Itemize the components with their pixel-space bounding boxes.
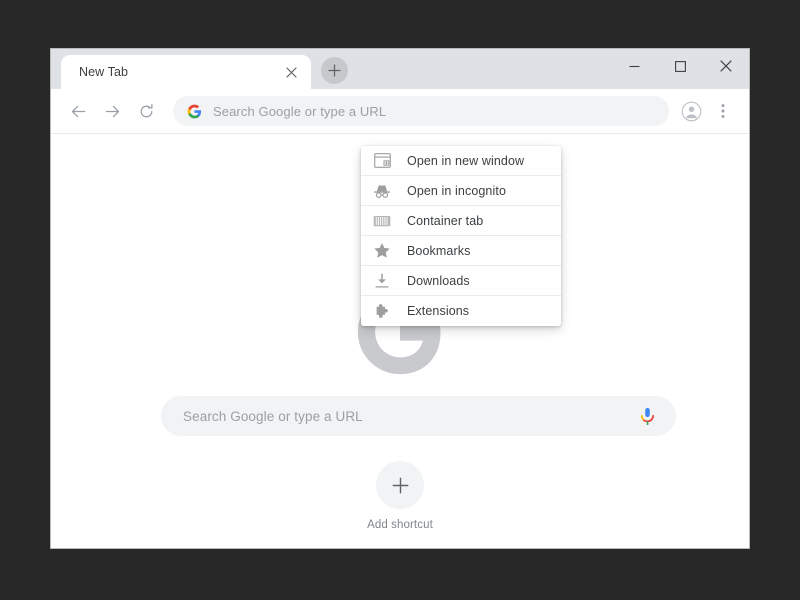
menu-item-label: Extensions — [407, 304, 470, 318]
menu-item-open-in-new-window[interactable]: Open in new window — [361, 146, 561, 176]
menu-item-extensions[interactable]: Extensions — [361, 296, 561, 326]
menu-item-label: Open in incognito — [407, 183, 506, 198]
omnibox[interactable]: Search Google or type a URL — [173, 96, 669, 126]
menu-item-label: Container tab — [407, 213, 484, 228]
back-arrow-icon — [71, 105, 85, 117]
browser-toolbar: Search Google or type a URL — [51, 89, 749, 134]
window-controls — [611, 49, 749, 89]
star-icon — [373, 242, 391, 260]
browser-window: New Tab Search Google or type a URL Sear… — [50, 48, 750, 549]
minimize-button[interactable] — [611, 49, 657, 83]
close-button[interactable] — [703, 49, 749, 83]
maximize-button[interactable] — [657, 49, 703, 83]
incognito-icon — [373, 182, 391, 200]
search-input[interactable]: Search Google or type a URL — [161, 396, 676, 436]
close-icon — [720, 60, 732, 72]
tab-title: New Tab — [79, 65, 129, 79]
three-dot-menu-icon[interactable] — [709, 97, 737, 125]
back-button[interactable] — [63, 96, 93, 126]
container-tab-icon — [373, 212, 391, 230]
menu-item-container-tab[interactable]: Container tab — [361, 206, 561, 236]
puzzle-piece-icon — [373, 302, 391, 320]
tab-strip: New Tab — [51, 49, 749, 89]
reload-icon — [140, 103, 153, 117]
plus-icon — [392, 477, 408, 493]
menu-item-open-in-incognito[interactable]: Open in incognito — [361, 176, 561, 206]
menu-item-label: Bookmarks — [407, 243, 471, 258]
new-window-icon — [373, 152, 391, 170]
add-shortcut-circle[interactable] — [376, 461, 424, 509]
forward-arrow-icon — [105, 105, 119, 117]
add-shortcut-button[interactable]: Add shortcut — [344, 461, 456, 531]
download-icon — [373, 272, 391, 290]
close-icon[interactable] — [281, 62, 301, 82]
forward-button[interactable] — [97, 96, 127, 126]
menu-item-bookmarks[interactable]: Bookmarks — [361, 236, 561, 266]
profile-avatar-icon[interactable] — [677, 97, 705, 125]
plus-icon — [328, 64, 341, 77]
minimize-icon — [629, 65, 639, 67]
microphone-icon[interactable] — [637, 406, 658, 427]
search-input-placeholder-text: Search Google or type a URL — [183, 408, 363, 424]
new-tab-button[interactable] — [321, 57, 348, 84]
menu-item-downloads[interactable]: Downloads — [361, 266, 561, 296]
omnibox-placeholder-text: Search Google or type a URL — [213, 103, 387, 119]
menu-item-label: Open in new window — [407, 153, 525, 168]
google-g-icon — [187, 104, 202, 119]
menu-item-label: Downloads — [407, 273, 470, 288]
tab-context-menu: Open in new window Open in incognito Con… — [361, 146, 561, 326]
tab-new-tab[interactable]: New Tab — [61, 55, 311, 89]
reload-button[interactable] — [131, 96, 161, 126]
add-shortcut-label: Add shortcut — [367, 519, 433, 531]
maximize-icon — [674, 60, 686, 72]
